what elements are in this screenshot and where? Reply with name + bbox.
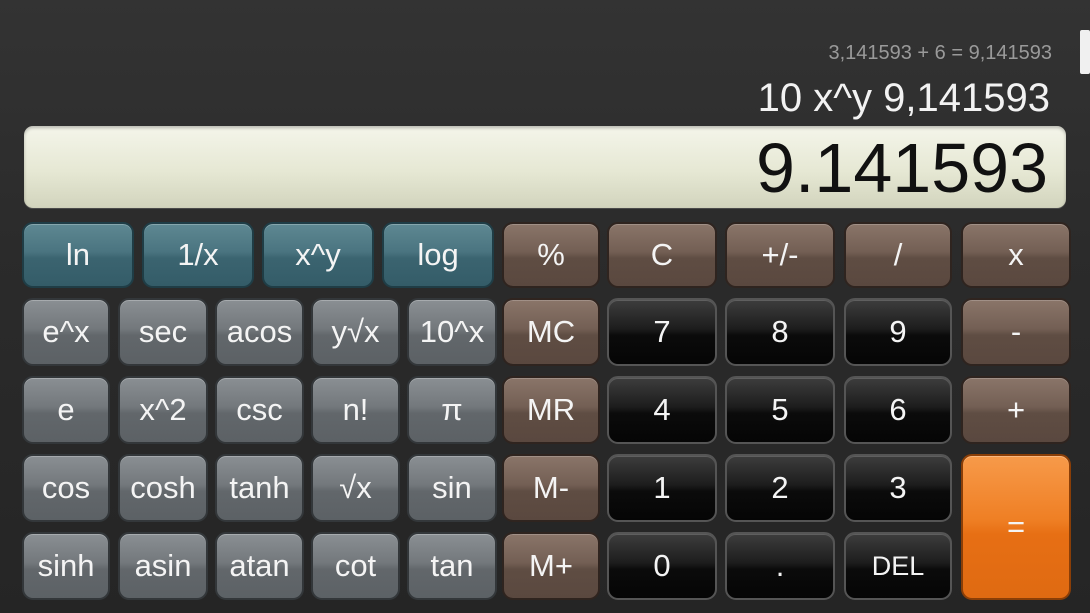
delete-button[interactable]: DEL [844,532,952,600]
display-value: 9.141593 [756,129,1048,207]
digit-6-button[interactable]: 6 [844,376,952,444]
memory-subtract-button[interactable]: M- [502,454,600,522]
scrollbar[interactable] [1080,30,1090,74]
sin-button[interactable]: sin [407,454,497,522]
tanh-button[interactable]: tanh [215,454,304,522]
plus-button[interactable]: + [961,376,1071,444]
y-root-x-button[interactable]: y√x [311,298,400,366]
digit-7-button[interactable]: 7 [607,298,717,366]
log-button[interactable]: log [382,222,494,288]
square-button[interactable]: x^2 [118,376,208,444]
reciprocal-button[interactable]: 1/x [142,222,254,288]
sec-button[interactable]: sec [118,298,208,366]
csc-button[interactable]: csc [215,376,304,444]
power-button[interactable]: x^y [262,222,374,288]
e-constant-button[interactable]: e [22,376,110,444]
ten-pow-x-button[interactable]: 10^x [407,298,497,366]
digit-1-button[interactable]: 1 [607,454,717,522]
main-display: 9.141593 [24,126,1066,208]
decimal-point-button[interactable]: . [725,532,835,600]
digit-4-button[interactable]: 4 [607,376,717,444]
digit-8-button[interactable]: 8 [725,298,835,366]
clear-button[interactable]: C [607,222,717,288]
multiply-button[interactable]: x [961,222,1071,288]
expression-line: 10 x^y 9,141593 [757,76,1050,120]
memory-recall-button[interactable]: MR [502,376,600,444]
minus-button[interactable]: - [961,298,1071,366]
acos-button[interactable]: acos [215,298,304,366]
ln-button[interactable]: ln [22,222,134,288]
calculator-app: 3,141593 + 6 = 9,141593 10 x^y 9,141593 … [0,0,1090,613]
cot-button[interactable]: cot [311,532,400,600]
digit-0-button[interactable]: 0 [607,532,717,600]
digit-2-button[interactable]: 2 [725,454,835,522]
memory-add-button[interactable]: M+ [502,532,600,600]
digit-3-button[interactable]: 3 [844,454,952,522]
memory-clear-button[interactable]: MC [502,298,600,366]
atan-button[interactable]: atan [215,532,304,600]
percent-button[interactable]: % [502,222,600,288]
sinh-button[interactable]: sinh [22,532,110,600]
square-root-button[interactable]: √x [311,454,400,522]
tan-button[interactable]: tan [407,532,497,600]
factorial-button[interactable]: n! [311,376,400,444]
equals-button[interactable]: = [961,454,1071,600]
cosh-button[interactable]: cosh [118,454,208,522]
asin-button[interactable]: asin [118,532,208,600]
divide-button[interactable]: / [844,222,952,288]
digit-5-button[interactable]: 5 [725,376,835,444]
pi-button[interactable]: π [407,376,497,444]
plus-minus-button[interactable]: +/- [725,222,835,288]
e-pow-x-button[interactable]: e^x [22,298,110,366]
cos-button[interactable]: cos [22,454,110,522]
digit-9-button[interactable]: 9 [844,298,952,366]
history-line: 3,141593 + 6 = 9,141593 [828,42,1052,64]
